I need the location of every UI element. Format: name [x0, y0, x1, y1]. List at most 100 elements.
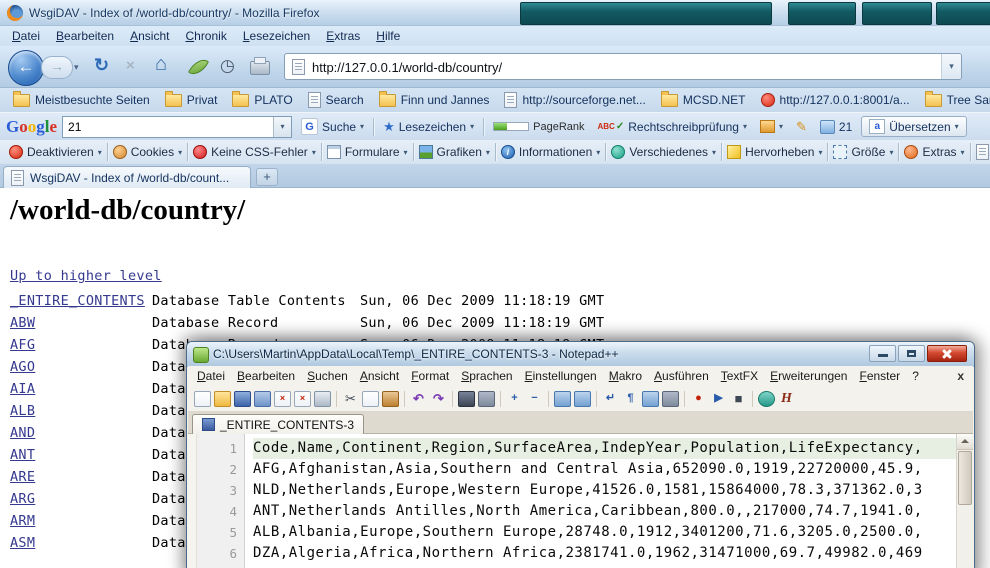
- menu-ansicht[interactable]: Ansicht: [122, 27, 177, 45]
- listing-link[interactable]: ANT: [10, 447, 35, 463]
- editor-text-area[interactable]: Code,Name,Continent,Region,SurfaceArea,I…: [245, 434, 956, 568]
- bookmark-sourceforge[interactable]: http://sourceforge.net...: [497, 90, 652, 110]
- webdev-deaktivieren[interactable]: Deaktivieren▾: [4, 143, 107, 161]
- word-wrap-icon[interactable]: ↵: [602, 391, 619, 407]
- webdev-quelltext[interactable]: Quelltext: [971, 142, 990, 162]
- new-tab-button[interactable]: +: [256, 168, 278, 186]
- search-history-dropdown[interactable]: ▾: [273, 117, 291, 137]
- listing-link[interactable]: ALB: [10, 403, 35, 419]
- listing-link[interactable]: ARE: [10, 469, 35, 485]
- redo-icon[interactable]: ↷: [430, 391, 447, 407]
- doc-map-icon[interactable]: [662, 391, 679, 407]
- bookmark-search[interactable]: Search: [301, 90, 371, 110]
- listing-link[interactable]: ARM: [10, 513, 35, 529]
- google-search-input[interactable]: [63, 117, 273, 137]
- counter-button[interactable]: 21: [816, 118, 856, 136]
- bookmark-localhost-8001[interactable]: http://127.0.0.1:8001/a...: [754, 91, 917, 109]
- webdev-informationen[interactable]: iInformationen▾: [496, 143, 605, 161]
- paste-icon[interactable]: [382, 391, 399, 407]
- np-menu-ausfuehren[interactable]: Ausführen: [648, 367, 715, 385]
- history-clock-button[interactable]: ◷: [220, 56, 235, 76]
- np-menu-sprachen[interactable]: Sprachen: [455, 367, 518, 385]
- minimize-button[interactable]: [869, 345, 896, 362]
- menu-lesezeichen[interactable]: Lesezeichen: [235, 27, 318, 45]
- vertical-scrollbar[interactable]: [956, 434, 973, 568]
- webdev-verschiedenes[interactable]: Verschiedenes▾: [606, 143, 721, 161]
- sync-scroll-vertical-icon[interactable]: [554, 391, 571, 407]
- np-menu-help[interactable]: ?: [906, 367, 925, 385]
- firefox-titlebar[interactable]: WsgiDAV - Index of /world-db/country/ - …: [0, 0, 990, 26]
- spellcheck-button[interactable]: ABC✓Rechtschreibprüfung▾: [594, 118, 751, 136]
- copy-icon[interactable]: [362, 391, 379, 407]
- menu-datei[interactable]: Datei: [4, 27, 48, 45]
- listing-link[interactable]: AIA: [10, 381, 35, 397]
- webdev-css-fehler[interactable]: Keine CSS-Fehler▾: [188, 143, 321, 161]
- webdev-grafiken[interactable]: Grafiken▾: [414, 143, 495, 161]
- google-search-box[interactable]: ▾: [62, 116, 292, 138]
- close-button[interactable]: [927, 345, 967, 362]
- editor-line[interactable]: ALB,Albania,Europe,Southern Europe,28748…: [253, 522, 956, 543]
- np-menu-erweiterungen[interactable]: Erweiterungen: [764, 367, 853, 385]
- bookmark-finn-und-jannes[interactable]: Finn und Jannes: [372, 91, 497, 109]
- browser-preview-icon[interactable]: [758, 391, 775, 407]
- listing-link[interactable]: AFG: [10, 337, 35, 353]
- editor-line[interactable]: ANT,Netherlands Antilles,North America,C…: [253, 501, 956, 522]
- np-menu-einstellungen[interactable]: Einstellungen: [519, 367, 603, 385]
- sync-scroll-horizontal-icon[interactable]: [574, 391, 591, 407]
- translate-button[interactable]: aÜbersetzen▾: [861, 116, 966, 137]
- save-all-icon[interactable]: [254, 391, 271, 407]
- show-symbols-icon[interactable]: ¶: [622, 391, 639, 407]
- zoom-out-icon[interactable]: −: [526, 391, 543, 407]
- listing-link[interactable]: ABW: [10, 315, 35, 331]
- webdev-groesse[interactable]: Größe▾: [828, 143, 898, 161]
- new-file-icon[interactable]: [194, 391, 211, 407]
- listing-link[interactable]: AGO: [10, 359, 35, 375]
- menu-chronik[interactable]: Chronik: [177, 27, 234, 45]
- up-link[interactable]: Up to higher level: [10, 268, 162, 284]
- stop-button[interactable]: ×: [126, 57, 135, 74]
- forward-button[interactable]: →: [41, 56, 73, 79]
- listing-link[interactable]: ARG: [10, 491, 35, 507]
- menu-bearbeiten[interactable]: Bearbeiten: [48, 27, 122, 45]
- cut-icon[interactable]: ✂: [342, 391, 359, 407]
- close-all-icon[interactable]: ×: [294, 391, 311, 407]
- start-html-icon[interactable]: H: [778, 391, 795, 407]
- webdev-cookies[interactable]: Cookies▾: [108, 143, 187, 161]
- webdev-extras[interactable]: Extras▾: [899, 143, 969, 161]
- notepad-titlebar[interactable]: C:\Users\Martin\AppData\Local\Temp\_ENTI…: [187, 342, 974, 367]
- bookmark-meistbesuchte[interactable]: Meistbesuchte Seiten: [6, 91, 157, 109]
- print-button[interactable]: [250, 61, 270, 75]
- tab-wsgidav[interactable]: WsgiDAV - Index of /world-db/count...: [3, 166, 251, 188]
- stop-macro-icon[interactable]: ■: [730, 391, 747, 407]
- autofill-button[interactable]: ✎: [792, 117, 811, 137]
- listing-link[interactable]: _ENTIRE_CONTENTS: [10, 293, 145, 309]
- scroll-up-button[interactable]: [957, 434, 973, 450]
- pagerank-widget[interactable]: PageRank: [489, 119, 588, 135]
- np-menu-format[interactable]: Format: [405, 367, 455, 385]
- np-menu-datei[interactable]: Datei: [191, 367, 231, 385]
- back-button[interactable]: ←: [8, 50, 44, 86]
- np-menu-makro[interactable]: Makro: [603, 367, 648, 385]
- open-file-icon[interactable]: [214, 391, 231, 407]
- google-search-button[interactable]: GSuche▾: [297, 116, 368, 137]
- url-text[interactable]: http://127.0.0.1/world-db/country/: [312, 60, 502, 75]
- record-macro-icon[interactable]: ●: [690, 391, 707, 407]
- reload-button[interactable]: ↻: [94, 55, 109, 76]
- document-tab[interactable]: _ENTIRE_CONTENTS-3: [192, 414, 364, 434]
- send-to-button[interactable]: ▾: [756, 118, 787, 135]
- editor-line[interactable]: NLD,Netherlands,Europe,Western Europe,41…: [253, 480, 956, 501]
- menu-extras[interactable]: Extras: [318, 27, 368, 45]
- editor-line[interactable]: AFG,Afghanistan,Asia,Southern and Centra…: [253, 459, 956, 480]
- save-icon[interactable]: [234, 391, 251, 407]
- replace-icon[interactable]: [478, 391, 495, 407]
- np-menu-bearbeiten[interactable]: Bearbeiten: [231, 367, 301, 385]
- google-bookmarks-button[interactable]: ★Lesezeichen▾: [379, 117, 478, 137]
- editor-line[interactable]: Code,Name,Continent,Region,SurfaceArea,I…: [253, 438, 956, 459]
- notepad-editor[interactable]: 1 2 3 4 5 6 Code,Name,Continent,Region,S…: [188, 434, 973, 568]
- np-menu-suchen[interactable]: Suchen: [301, 367, 354, 385]
- document-close-button[interactable]: x: [954, 369, 967, 383]
- maximize-button[interactable]: [898, 345, 925, 362]
- home-button[interactable]: ⌂: [155, 53, 167, 76]
- url-bar[interactable]: http://127.0.0.1/world-db/country/ ▾: [284, 53, 962, 80]
- indent-guide-icon[interactable]: [642, 391, 659, 407]
